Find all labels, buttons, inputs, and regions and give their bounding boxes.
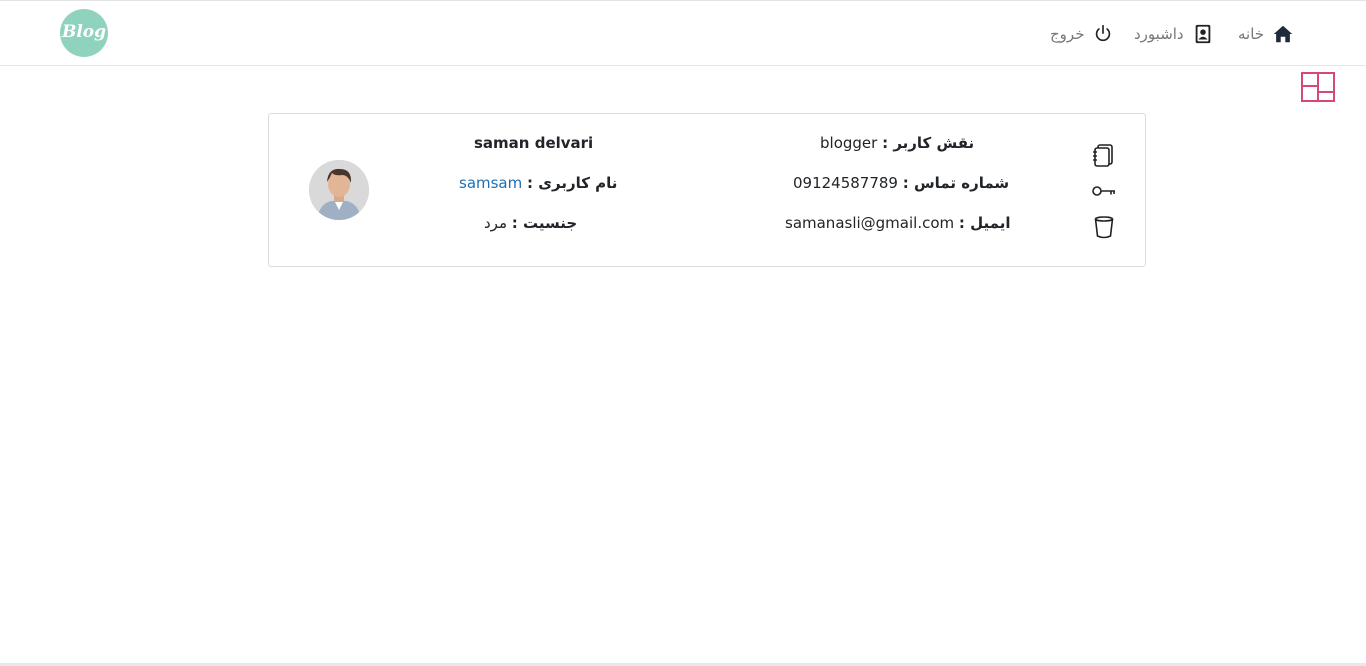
nav-dashboard-label: داشبورد xyxy=(1134,25,1184,43)
layout-grid-icon[interactable] xyxy=(1301,72,1335,102)
nav-logout[interactable]: خروج xyxy=(1050,21,1114,47)
nav-logout-label: خروج xyxy=(1050,25,1085,43)
nav-home-label: خانه xyxy=(1238,25,1265,43)
role-value: blogger xyxy=(820,134,878,152)
nav-home[interactable]: خانه xyxy=(1238,21,1294,47)
role-label: نقش کاربر : xyxy=(882,134,975,152)
gender-value: مرد xyxy=(484,214,507,232)
gender-label: جنسیت : xyxy=(511,214,578,232)
email-row: ایمیل : samanasli@gmail.com xyxy=(785,214,1010,232)
trash-icon[interactable] xyxy=(1091,214,1117,240)
power-icon xyxy=(1096,24,1111,42)
username-label: نام کاربری : xyxy=(527,174,618,192)
username-row: نام کاربری : samsam xyxy=(459,174,617,192)
logo-text: Blog xyxy=(61,22,107,42)
full-name: saman delvari xyxy=(474,134,594,152)
gender-row: جنسیت : مرد xyxy=(484,214,577,232)
avatar xyxy=(309,160,369,220)
username-link[interactable]: samsam xyxy=(459,174,522,192)
phone-row: شماره تماس : 09124587789 xyxy=(793,174,1009,192)
nav-dashboard[interactable]: داشبورد xyxy=(1134,21,1214,47)
blog-logo[interactable]: Blog xyxy=(60,9,108,57)
notebook-icon[interactable] xyxy=(1091,142,1117,168)
contact-badge-icon xyxy=(1195,24,1210,44)
navbar: Blog خروج داشبورد خانه xyxy=(0,1,1366,66)
phone-label: شماره تماس : xyxy=(902,174,1010,192)
key-icon[interactable] xyxy=(1091,178,1117,204)
phone-value: 09124587789 xyxy=(793,174,898,192)
email-value: samanasli@gmail.com xyxy=(785,214,955,232)
avatar-photo xyxy=(309,160,369,220)
role-row: نقش کاربر : blogger xyxy=(820,134,974,152)
user-profile-card: saman delvari نام کاربری : samsam جنسیت … xyxy=(268,113,1146,267)
home-icon xyxy=(1273,25,1293,43)
email-label: ایمیل : xyxy=(958,214,1011,232)
